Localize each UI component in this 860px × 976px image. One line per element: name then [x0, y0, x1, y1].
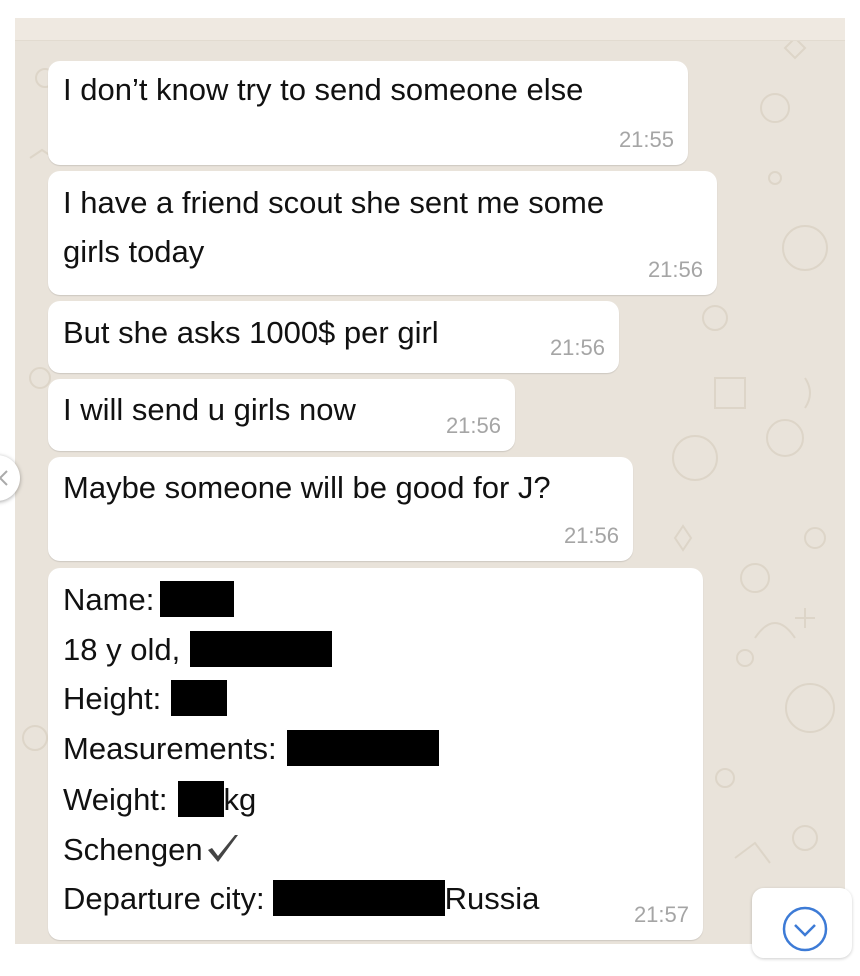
chevron-left-icon: [0, 470, 8, 486]
height-label: Height:: [63, 681, 162, 716]
message-timestamp: 21:56: [563, 523, 619, 548]
profile-message-bubble[interactable]: Name: 18 y old, Height: Measurements: We…: [48, 568, 703, 940]
redaction-bar: [177, 781, 224, 817]
profile-measurements-line: Measurements:: [63, 724, 439, 774]
chevron-down-circle-icon: [782, 906, 828, 952]
profile-age-line: 18 y old,: [63, 625, 333, 675]
weight-label: Weight:: [63, 782, 168, 817]
profile-weight-line: Weight: kg: [63, 775, 256, 825]
message-text: But she asks 1000$ per girl: [63, 315, 439, 350]
message-text: I have a friend scout she sent me some: [63, 185, 605, 220]
bottom-edge: [0, 944, 860, 976]
redaction-bar: [190, 631, 333, 667]
departure-country: Russia: [444, 881, 540, 916]
message-timestamp: 21:55: [618, 127, 674, 152]
checkmark-icon: [207, 835, 238, 862]
redaction-bar: [286, 730, 439, 766]
message-timestamp: 21:56: [647, 257, 703, 282]
message-text: I don’t know try to send someone else: [63, 72, 584, 107]
departure-label: Departure city:: [63, 881, 265, 916]
message-text: I will send u girls now: [63, 392, 356, 427]
message-timestamp: 21:56: [549, 335, 605, 360]
redaction-bar: [160, 581, 235, 617]
message-bubble[interactable]: But she asks 1000$ per girl 21:56: [48, 301, 619, 373]
name-label: Name:: [63, 582, 155, 617]
message-bubble[interactable]: Maybe someone will be good for J? 21:56: [48, 457, 633, 561]
redaction-bar: [272, 880, 445, 916]
message-text: girls today: [63, 234, 205, 269]
measurements-label: Measurements:: [63, 731, 277, 766]
message-bubble[interactable]: I have a friend scout she sent me some g…: [48, 171, 717, 295]
message-text: Maybe someone will be good for J?: [63, 470, 551, 505]
weight-unit: kg: [223, 782, 257, 817]
message-bubble[interactable]: I don’t know try to send someone else 21…: [48, 61, 688, 165]
redaction-bar: [171, 680, 228, 716]
scroll-to-bottom-button[interactable]: [752, 888, 852, 958]
age-label: 18 y old,: [63, 632, 181, 667]
message-timestamp: 21:57: [633, 902, 689, 927]
chat-area: I don’t know try to send someone else 21…: [15, 18, 845, 944]
message-bubble[interactable]: I will send u girls now 21:56: [48, 379, 515, 451]
schengen-label: Schengen: [63, 832, 203, 867]
profile-name-line: Name:: [63, 575, 235, 625]
chat-header-edge: [15, 18, 845, 41]
message-timestamp: 21:56: [445, 413, 501, 438]
profile-departure-line: Departure city: Russia: [63, 874, 539, 924]
profile-height-line: Height:: [63, 674, 228, 724]
profile-schengen-line: Schengen: [63, 825, 241, 875]
